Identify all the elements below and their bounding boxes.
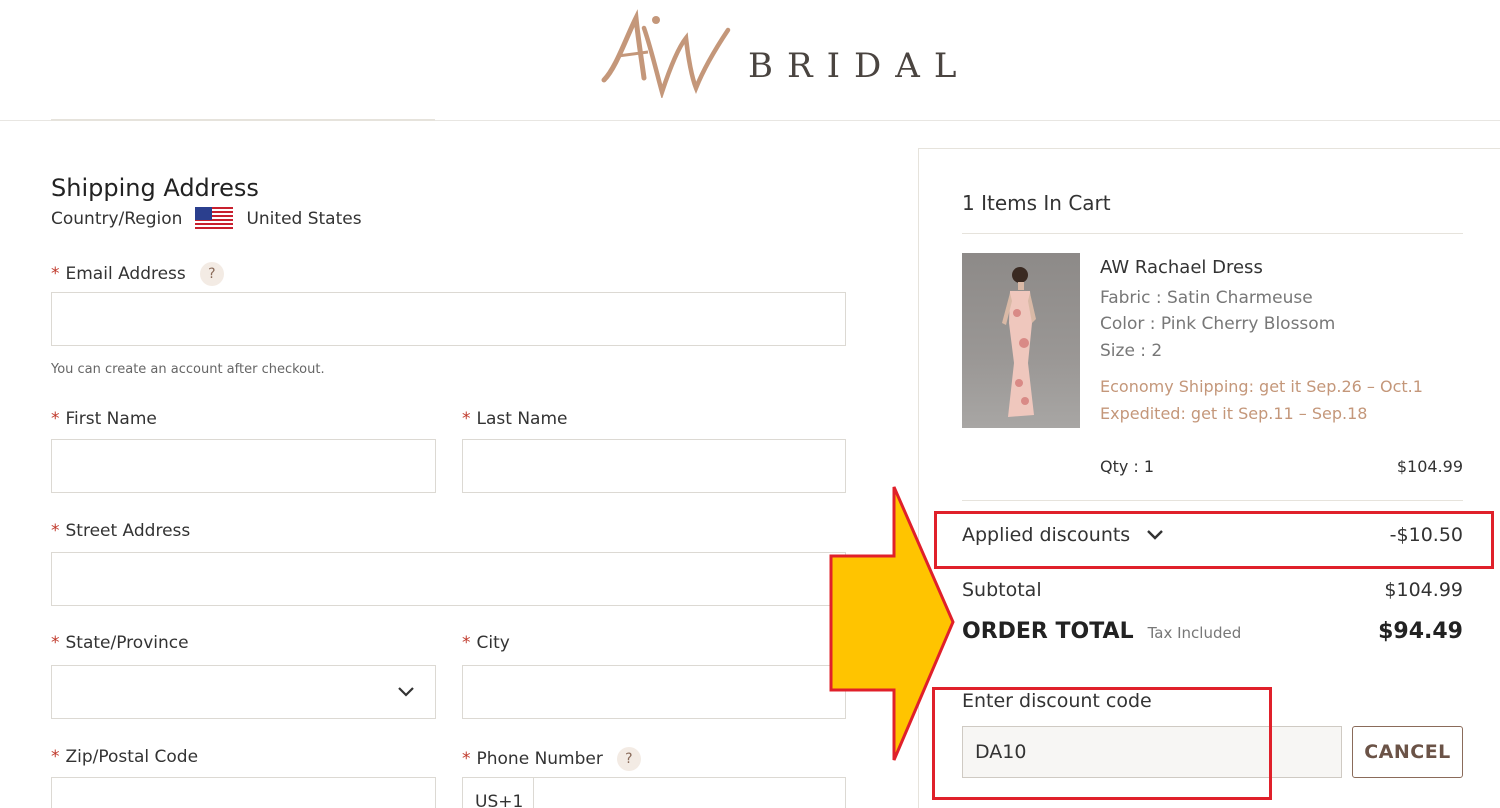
state-label: * State/Province (51, 633, 189, 653)
us-flag-icon (195, 207, 234, 231)
product-name[interactable]: AW Rachael Dress (1100, 257, 1263, 278)
city-field[interactable] (462, 665, 846, 719)
divider (962, 233, 1463, 234)
zip-label: * Zip/Postal Code (51, 747, 198, 767)
phone-prefix[interactable]: US+1 (463, 778, 534, 808)
divider (51, 119, 435, 121)
last-name-label-text: Last Name (476, 409, 568, 429)
street-label: * Street Address (51, 521, 190, 541)
last-name-label: * Last Name (462, 409, 567, 429)
first-name-field[interactable] (51, 439, 436, 493)
help-icon[interactable]: ? (199, 262, 224, 286)
required-marker: * (51, 409, 60, 429)
product-image[interactable] (962, 253, 1080, 428)
subtotal-amount: $104.99 (1384, 579, 1463, 601)
order-total-text: ORDER TOTAL (962, 619, 1134, 644)
last-name-field[interactable] (462, 439, 846, 493)
country-region-row[interactable]: Country/Region United States (51, 207, 362, 231)
product-price: $104.99 (1396, 457, 1463, 476)
product-size: Size : 2 (1100, 341, 1163, 361)
first-name-label-text: First Name (65, 409, 157, 429)
order-total-amount: $94.49 (1378, 619, 1463, 644)
street-address-field[interactable] (51, 552, 846, 606)
divider (962, 500, 1463, 501)
product-qty: Qty : 1 (1100, 457, 1155, 476)
order-total-label: ORDER TOTAL Tax Included (962, 619, 1241, 644)
city-label-text: City (476, 633, 510, 653)
zip-label-text: Zip/Postal Code (65, 747, 199, 767)
first-name-label: * First Name (51, 409, 157, 429)
street-label-text: Street Address (65, 521, 191, 541)
product-color: Color : Pink Cherry Blossom (1100, 314, 1336, 334)
cancel-discount-button[interactable]: CANCEL (1352, 726, 1463, 778)
required-marker: * (462, 749, 471, 769)
aw-logo-mark-icon (601, 9, 731, 98)
account-hint: You can create an account after checkout… (51, 362, 325, 377)
subtotal-label: Subtotal (962, 579, 1042, 601)
email-field[interactable] (51, 292, 846, 346)
brand-name: BRIDAL (748, 46, 971, 86)
economy-shipping-estimate: Economy Shipping: get it Sep.26 – Oct.1 (1100, 377, 1423, 396)
required-marker: * (51, 521, 60, 541)
state-label-text: State/Province (65, 633, 189, 653)
dress-model-image (1002, 267, 1036, 417)
zip-field[interactable] (51, 777, 436, 808)
site-header: BRIDAL (0, 0, 1500, 121)
expedited-shipping-estimate: Expedited: get it Sep.11 – Sep.18 (1100, 404, 1368, 423)
required-marker: * (51, 747, 60, 767)
phone-label-text: Phone Number (476, 749, 603, 769)
phone-label: * Phone Number ? (462, 747, 641, 771)
country-value: United States (246, 209, 362, 229)
city-label: * City (462, 633, 510, 653)
email-label: * Email Address ? (51, 262, 224, 286)
country-label: Country/Region (51, 209, 183, 229)
required-marker: * (462, 409, 471, 429)
brand-logo[interactable]: BRIDAL (596, 8, 976, 98)
phone-field[interactable]: US+1 (462, 777, 846, 808)
section-title: Shipping Address (51, 174, 259, 202)
annotation-box-discounts (934, 511, 1494, 569)
email-label-text: Email Address (65, 264, 186, 284)
annotation-box-code (932, 687, 1272, 800)
help-icon[interactable]: ? (616, 747, 641, 771)
chevron-down-icon (398, 687, 414, 697)
required-marker: * (51, 264, 60, 284)
state-select[interactable] (51, 665, 436, 719)
cart-title: 1 Items In Cart (962, 191, 1111, 215)
required-marker: * (51, 633, 60, 653)
required-marker: * (462, 633, 471, 653)
tax-note: Tax Included (1147, 624, 1242, 642)
product-fabric: Fabric : Satin Charmeuse (1100, 288, 1313, 308)
